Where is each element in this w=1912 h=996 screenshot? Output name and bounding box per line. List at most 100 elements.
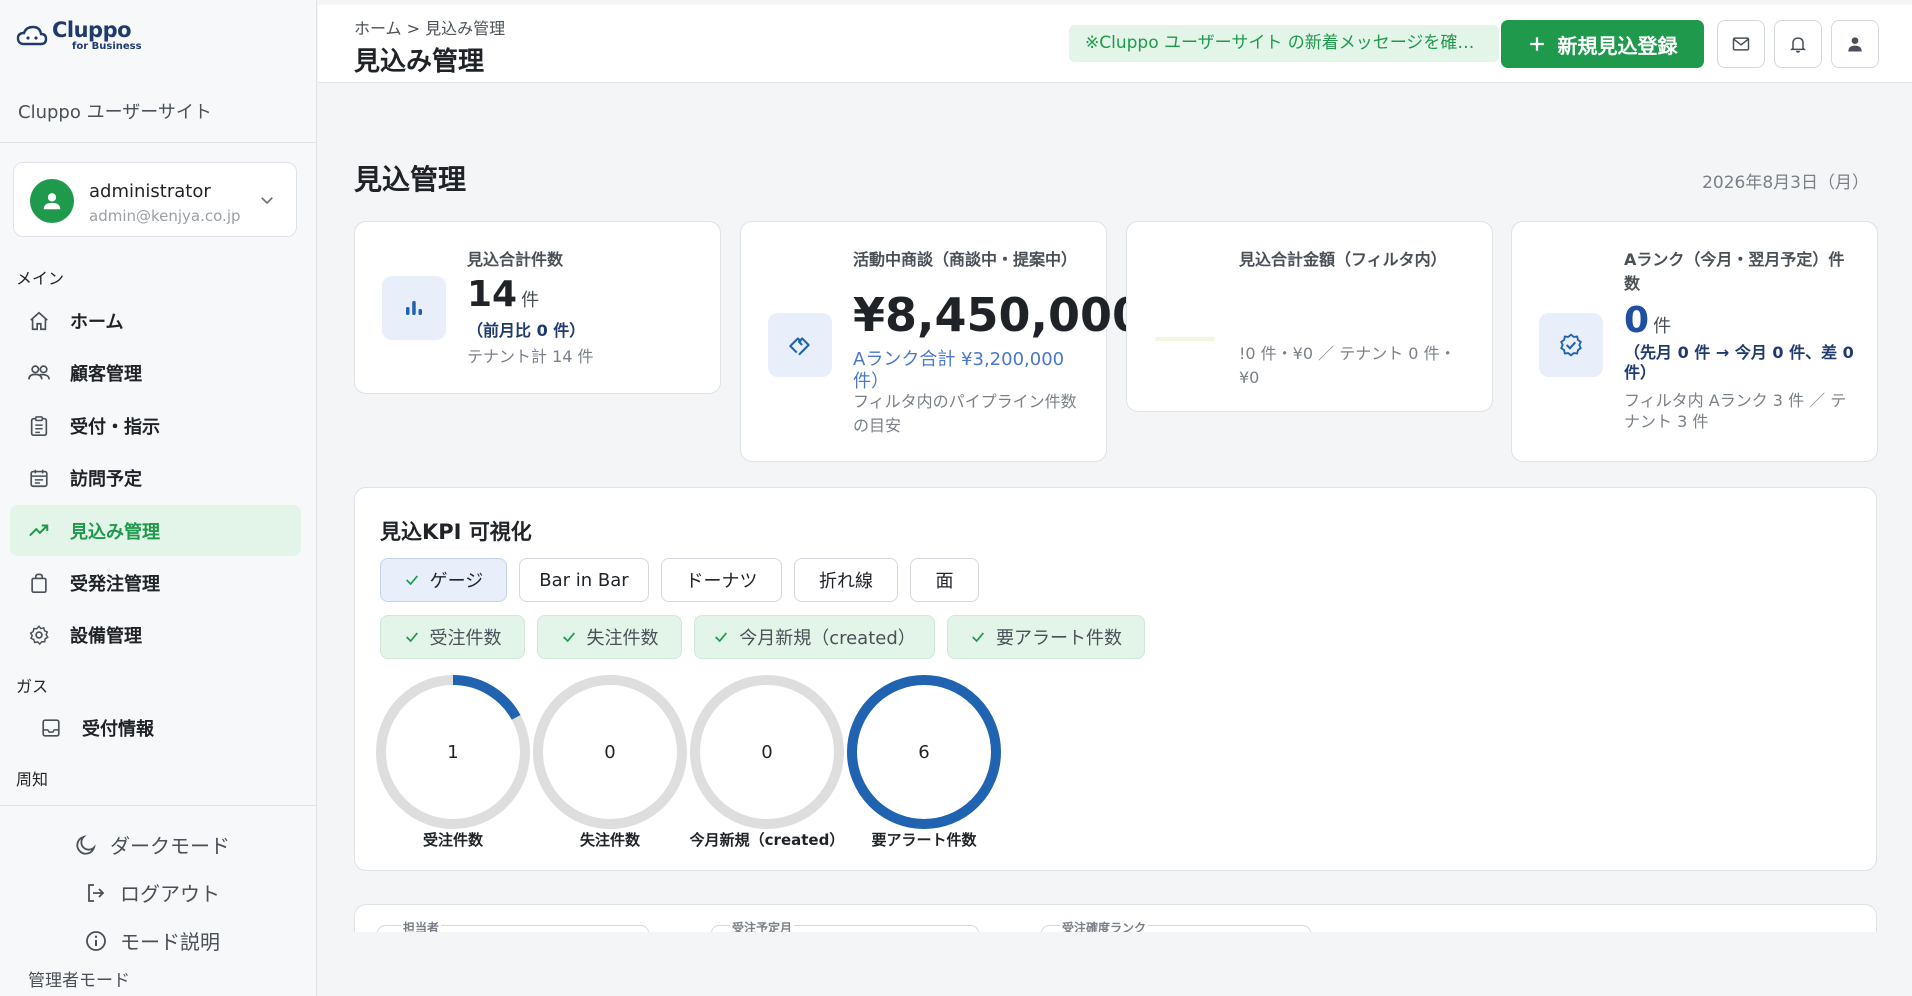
gauge-value: 1 [447, 741, 459, 763]
kpi-unit: 件 [521, 290, 540, 311]
metric-chip-alert[interactable]: 要アラート件数 [947, 615, 1145, 659]
notification-button[interactable] [1774, 20, 1822, 68]
breadcrumb[interactable]: ホーム > 見込み管理 [354, 15, 505, 39]
home-icon [26, 308, 52, 334]
mode-help-button[interactable]: モード説明 [84, 926, 220, 955]
sidebar-item-label: ホーム [70, 311, 124, 333]
admin-mode-label: 管理者モード [28, 971, 130, 991]
kpi-filter-summary: !0 件・¥0 ／ テナント 0 件・¥0 [1239, 344, 1456, 387]
logout-button[interactable]: ログアウト [84, 878, 220, 907]
chart-type-area[interactable]: 面 [910, 558, 979, 602]
sidebar-item-home[interactable]: ホーム [10, 295, 301, 346]
scroll-area-bottom [318, 932, 1912, 996]
notice-banner[interactable]: ※Cluppo ユーザーサイト の新着メッセージを確認してください [1069, 25, 1499, 62]
sidebar-item-prospects[interactable]: 見込み管理 [10, 505, 301, 556]
user-email: admin@kenjya.co.jp [89, 207, 241, 225]
kpi-value: 0件 [1624, 300, 1671, 341]
kpi-unit: 件 [1653, 316, 1672, 337]
sidebar-divider [0, 142, 317, 143]
kpi-value: 14 件 [467, 274, 539, 315]
chart-type-bar-in-bar[interactable]: Bar in Bar [519, 558, 649, 602]
gauge-0: 1 [375, 674, 531, 830]
chip-label: ドーナツ [685, 571, 758, 592]
check-icon [715, 632, 728, 643]
sidebar-item-customers[interactable]: 顧客管理 [10, 347, 301, 398]
gauge-2: 0 [689, 674, 845, 830]
topbar: ホーム > 見込み管理 見込み管理 ※Cluppo ユーザーサイト の新着メッセ… [318, 5, 1912, 83]
kpi-comparison: （先月 0 件 → 今月 0 件、差 0 件） [1624, 343, 1854, 382]
chip-label: 今月新規（created） [739, 628, 916, 649]
kpi-label: 見込合計金額（フィルタ内） [1239, 250, 1447, 269]
user-name: administrator [89, 181, 211, 202]
moon-icon [76, 834, 96, 855]
kpi-pipeline-note: フィルタ内のパイプライン件数の目安 [853, 392, 1077, 435]
site-name: Cluppo ユーザーサイト [18, 102, 212, 123]
chip-label: 折れ線 [819, 571, 873, 592]
metric-chip-new[interactable]: 今月新規（created） [694, 615, 935, 659]
sidebar-item-visits[interactable]: 訪問予定 [10, 452, 301, 503]
avatar [30, 179, 74, 223]
plus-icon [1529, 37, 1544, 51]
handshake-icon [768, 313, 832, 377]
profile-button[interactable] [1831, 20, 1879, 68]
trending-up-icon [26, 518, 52, 544]
panel-title: 見込KPI 可視化 [380, 520, 532, 544]
kpi-overlap-mask [1127, 278, 1492, 338]
person-icon [1848, 37, 1862, 52]
kpi-tenant-total: テナント計 14 件 [467, 347, 594, 366]
dark-mode-toggle[interactable]: ダークモード [74, 830, 230, 859]
kpi-value: ¥8,450,000 [853, 288, 1145, 342]
sidebar-item-orders[interactable]: 受発注管理 [10, 557, 301, 608]
chip-label: 面 [935, 571, 954, 592]
chip-label: 要アラート件数 [996, 628, 1122, 649]
metric-chip-won[interactable]: 受注件数 [380, 615, 525, 659]
gauge-value: 6 [918, 741, 930, 763]
sidebar: Cluppo for Business Cluppo ユーザーサイト admin… [0, 0, 317, 996]
check-icon [972, 632, 984, 643]
sidebar-item-label: 見込み管理 [70, 521, 160, 543]
gauge-value: 0 [761, 741, 773, 763]
chart-type-line[interactable]: 折れ線 [794, 558, 898, 602]
new-prospect-button[interactable]: 新規見込登録 [1501, 20, 1704, 68]
logo[interactable]: Cluppo for Business [16, 20, 142, 52]
kpi-label: Aランク（今月・翌月予定）件数 [1624, 250, 1845, 293]
logout-icon [88, 883, 105, 902]
gauge-label: 要アラート件数 [871, 831, 977, 849]
user-icon [43, 193, 61, 210]
shopping-bag-icon [26, 570, 52, 596]
chart-type-donut[interactable]: ドーナツ [661, 558, 782, 602]
sidebar-item-label: 受付・指示 [70, 416, 160, 438]
clipboard-icon [26, 413, 52, 439]
nav-section-gas: ガス [16, 677, 49, 696]
kpi-label: 活動中商談（商談中・提案中） [853, 250, 1073, 269]
kpi-card-total-count: 見込合計件数 14 件 （前月比 0 件） テナント計 14 件 [354, 221, 721, 394]
kpi-tenant-total: フィルタ内 Aランク 3 件 ／ テナント 3 件 [1624, 391, 1847, 431]
sidebar-item-reception[interactable]: 受付・指示 [10, 400, 301, 451]
sidebar-item-equipment[interactable]: 設備管理 [10, 609, 301, 660]
chip-label: ゲージ [429, 571, 484, 592]
dark-mode-label: ダークモード [110, 834, 230, 858]
check-icon [405, 632, 418, 643]
nav-section-notice: 周知 [16, 770, 49, 789]
kpi-label: 見込合計件数 [467, 250, 564, 269]
chart-type-gauge[interactable]: ゲージ [380, 558, 507, 602]
users-icon [26, 360, 52, 386]
sidebar-item-label: 受発注管理 [70, 573, 160, 595]
info-icon [86, 930, 106, 951]
main-title: 見込管理 [354, 163, 467, 196]
metric-chip-lost[interactable]: 失注件数 [537, 615, 682, 659]
check-icon [562, 632, 575, 643]
chevron-down-icon[interactable] [258, 191, 276, 209]
gauge-label: 受注件数 [422, 831, 483, 849]
mail-button[interactable] [1717, 20, 1765, 68]
new-prospect-label: 新規見込登録 [1557, 33, 1678, 58]
sidebar-item-gas-reception[interactable]: 受付情報 [22, 702, 313, 753]
kpi-visualization-panel: 見込KPI 可視化 ゲージ Bar in Bar ドーナツ 折れ線 面 受注件数… [354, 487, 1877, 871]
sidebar-divider [0, 805, 317, 806]
gauge-label: 今月新規（created） [689, 831, 845, 849]
sidebar-item-label: 訪問予定 [70, 468, 142, 490]
kpi-card-a-rank: Aランク（今月・翌月予定）件数 0件 （先月 0 件 → 今月 0 件、差 0 … [1511, 221, 1878, 462]
user-card[interactable]: administrator admin@kenjya.co.jp [13, 162, 297, 237]
logo-main-text: Cluppo [52, 18, 132, 42]
calendar-icon [26, 465, 52, 491]
